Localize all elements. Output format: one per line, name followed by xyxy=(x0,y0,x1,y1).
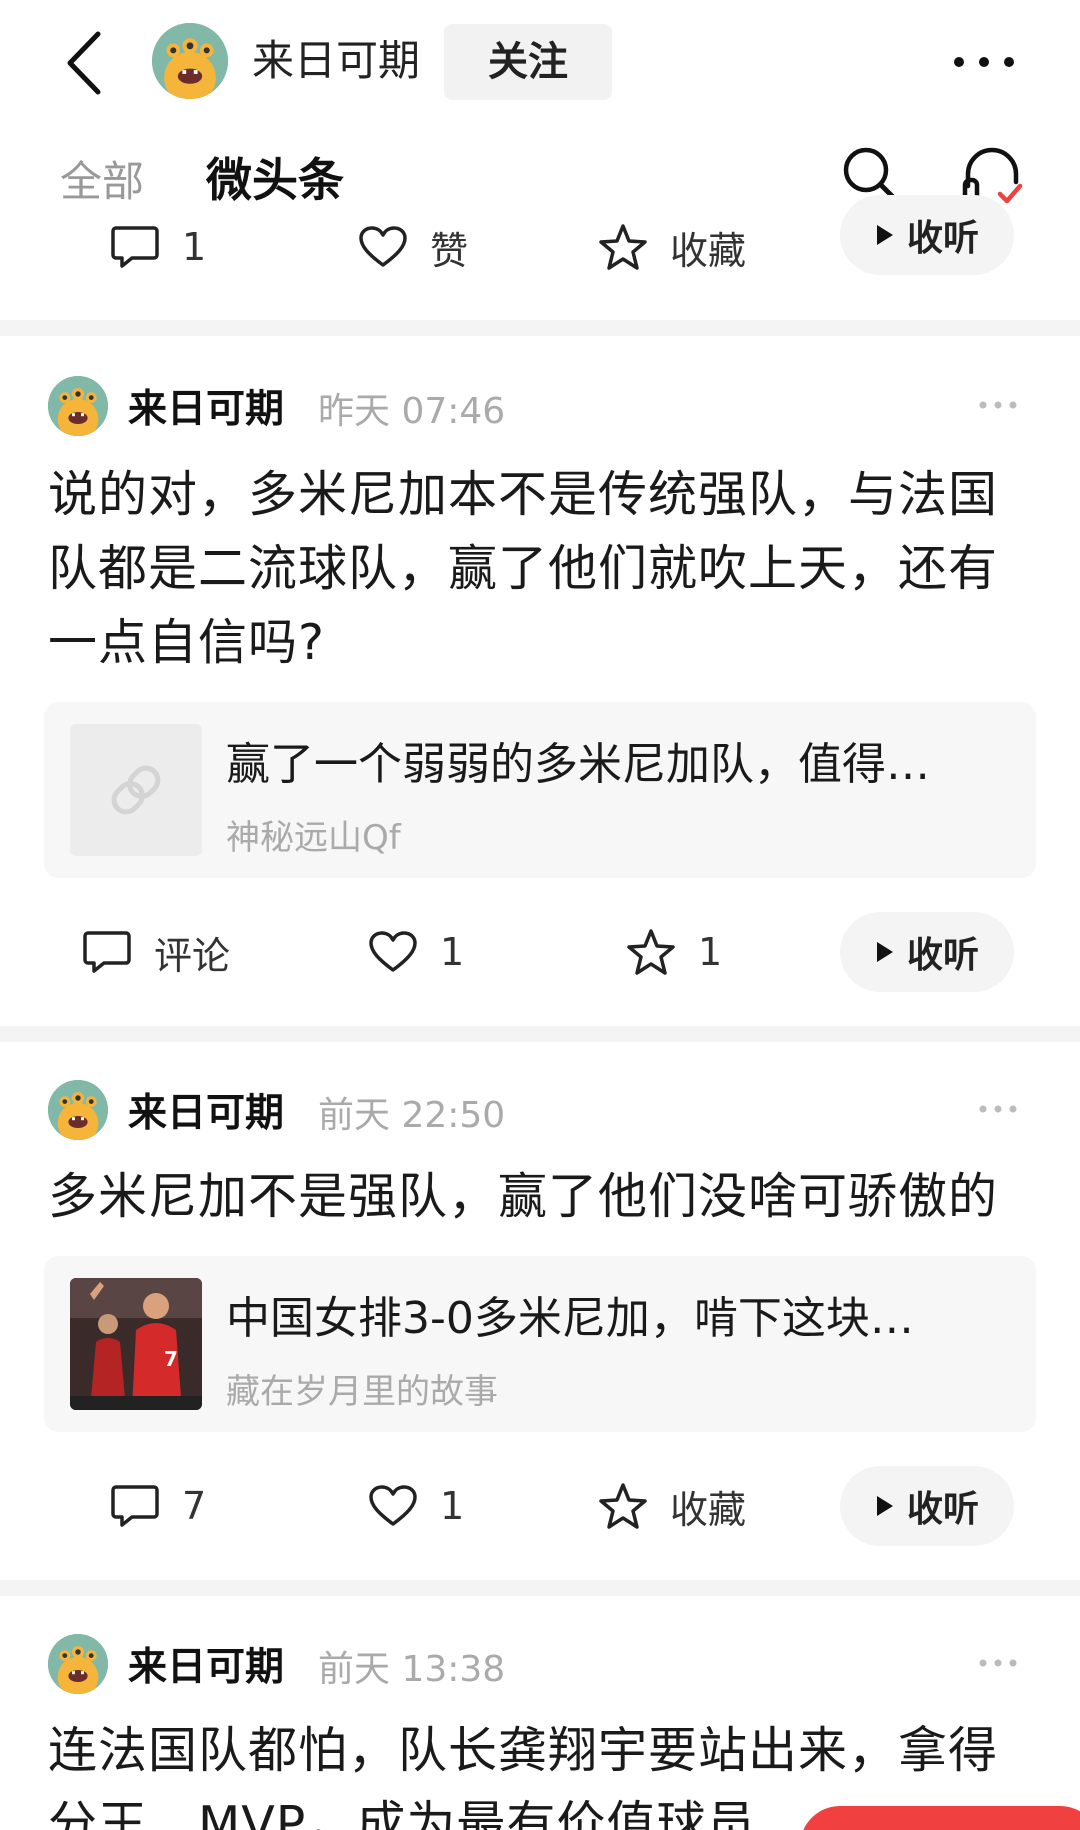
play-icon xyxy=(875,1494,895,1518)
post-author[interactable]: 来日可期 xyxy=(128,1082,284,1138)
comment-count: 7 xyxy=(182,1484,207,1528)
listen-button[interactable]: 收听 xyxy=(840,1466,1014,1546)
favorite-count: 1 xyxy=(698,930,723,974)
comment-button[interactable]: 7 xyxy=(110,1466,206,1546)
card-source: 藏在岁月里的故事 xyxy=(226,1372,498,1412)
post-time: 前天 13:38 xyxy=(318,1649,506,1690)
like-count: 1 xyxy=(440,930,465,974)
favorite-button[interactable]: 1 xyxy=(626,912,722,992)
comment-icon xyxy=(82,930,132,974)
link-icon xyxy=(111,765,161,815)
listen-label: 收听 xyxy=(906,218,979,259)
star-icon xyxy=(598,1482,648,1530)
follow-button[interactable]: 关注 xyxy=(444,24,612,100)
tab-all[interactable]: 全部 xyxy=(60,148,144,209)
post-text[interactable]: 说的对，多米尼加本不是传统强队，与法国队都是二流球队，赢了他们就吹上天，还有一点… xyxy=(48,458,1038,680)
comment-icon xyxy=(110,225,160,269)
heart-icon xyxy=(368,1484,418,1528)
divider xyxy=(0,1580,1080,1596)
heart-icon xyxy=(368,930,418,974)
like-button[interactable]: 赞 xyxy=(358,207,468,287)
comment-icon xyxy=(110,1484,160,1528)
play-icon xyxy=(875,940,895,964)
favorite-label: 收藏 xyxy=(670,228,747,273)
card-title: 中国女排3-0多米尼加，啃下这块… xyxy=(226,1293,914,1344)
post-author[interactable]: 来日可期 xyxy=(128,1636,284,1692)
like-button[interactable]: 1 xyxy=(368,912,464,992)
favorite-button[interactable]: 收藏 xyxy=(598,1466,746,1546)
more-icon[interactable] xyxy=(952,55,1016,69)
card-title: 赢了一个弱弱的多米尼加队，值得… xyxy=(226,739,930,790)
top-bar: 来日可期 关注 xyxy=(0,0,1080,125)
action-bar: 评论 1 1 收听 xyxy=(0,912,1080,992)
play-icon xyxy=(875,223,895,247)
favorite-button[interactable]: 收藏 xyxy=(598,207,746,287)
volleyball-photo: 7 xyxy=(70,1278,202,1410)
post-time: 前天 22:50 xyxy=(318,1095,506,1136)
post-author[interactable]: 来日可期 xyxy=(128,378,284,434)
listen-button[interactable]: 收听 xyxy=(840,195,1014,275)
comment-label: 评论 xyxy=(154,933,231,978)
floating-action-button[interactable] xyxy=(800,1806,1080,1830)
card-thumbnail xyxy=(70,724,202,856)
like-button[interactable]: 1 xyxy=(368,1466,464,1546)
more-icon[interactable] xyxy=(978,1104,1018,1114)
divider xyxy=(0,1026,1080,1042)
comment-button[interactable]: 评论 xyxy=(82,912,230,992)
like-count: 1 xyxy=(440,1484,465,1528)
action-bar: 7 1 收藏 收听 xyxy=(0,1466,1080,1546)
avatar[interactable] xyxy=(48,1634,108,1694)
card-thumbnail: 7 xyxy=(70,1278,202,1410)
card-source: 神秘远山Qf xyxy=(226,818,401,858)
tab-micro-headline[interactable]: 微头条 xyxy=(206,144,344,210)
post-header: 来日可期 前天 22:50 xyxy=(0,1074,1080,1144)
more-icon[interactable] xyxy=(978,1658,1018,1668)
post-text[interactable]: 多米尼加不是强队，赢了他们没啥可骄傲的 xyxy=(48,1160,1038,1234)
action-bar: 1 赞 收藏 收听 xyxy=(0,195,1080,287)
comment-button[interactable]: 1 xyxy=(110,207,206,287)
post-header: 来日可期 前天 13:38 xyxy=(0,1628,1080,1698)
listen-label: 收听 xyxy=(906,935,979,976)
favorite-label: 收藏 xyxy=(670,1487,747,1532)
avatar[interactable] xyxy=(152,23,228,99)
listen-label: 收听 xyxy=(906,1489,979,1530)
back-icon[interactable] xyxy=(60,28,110,98)
shared-article-card[interactable]: 赢了一个弱弱的多米尼加队，值得… 神秘远山Qf xyxy=(44,702,1036,878)
listen-button[interactable]: 收听 xyxy=(840,912,1014,992)
shared-article-card[interactable]: 7 中国女排3-0多米尼加，啃下这块… 藏在岁月里的故事 xyxy=(44,1256,1036,1432)
like-label: 赞 xyxy=(430,228,469,273)
star-icon xyxy=(626,928,676,976)
avatar[interactable] xyxy=(48,376,108,436)
svg-text:7: 7 xyxy=(164,1347,178,1371)
account-name[interactable]: 来日可期 xyxy=(252,34,420,88)
more-icon[interactable] xyxy=(978,400,1018,410)
post-time: 昨天 07:46 xyxy=(318,391,506,432)
star-icon xyxy=(598,223,648,271)
comment-count: 1 xyxy=(182,225,207,269)
heart-icon xyxy=(358,225,408,269)
divider xyxy=(0,320,1080,336)
post-header: 来日可期 昨天 07:46 xyxy=(0,370,1080,440)
avatar[interactable] xyxy=(48,1080,108,1140)
